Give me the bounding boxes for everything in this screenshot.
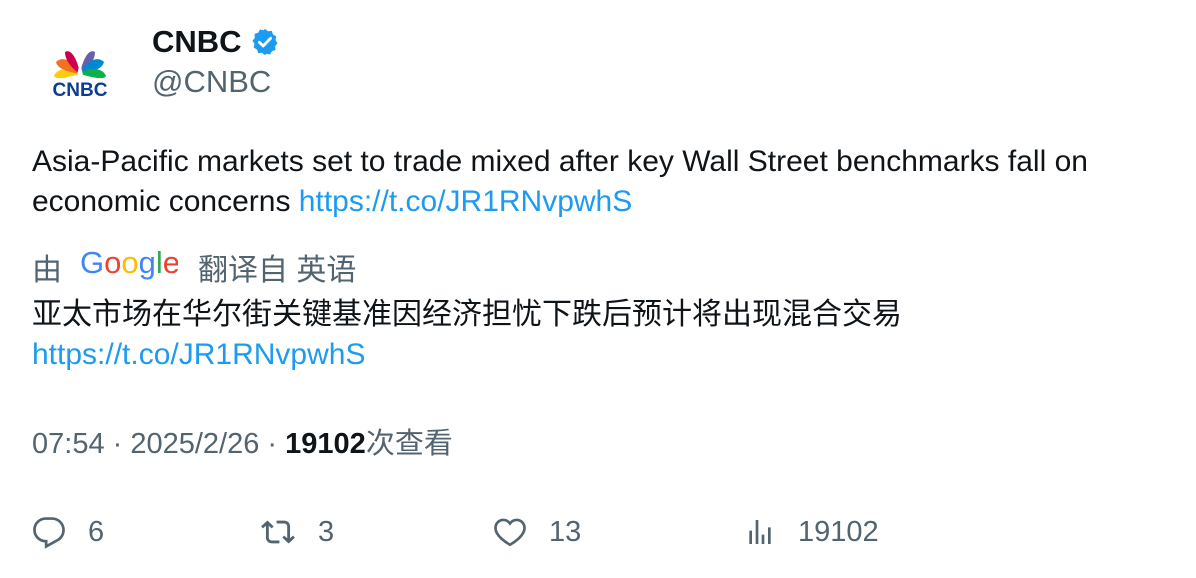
google-logo: Google <box>80 245 180 289</box>
reply-icon <box>33 517 65 549</box>
views-total: 19102 <box>798 515 879 548</box>
translated-by-label: 由 <box>32 254 62 287</box>
retweet-count: 3 <box>318 515 335 548</box>
tweet-text: Asia-Pacific markets set to trade mixed … <box>32 142 1172 222</box>
tweet-link[interactable]: https://t.co/JR1RNvpwhS <box>299 185 632 218</box>
views-label: 次查看 <box>365 428 453 460</box>
svg-text:CNBC: CNBC <box>53 80 108 101</box>
reply-button[interactable]: 6 <box>32 510 104 554</box>
translated-from-label[interactable]: 翻译自 英语 <box>198 245 356 289</box>
translated-body: 亚太市场在华尔街关键基准因经济担忧下跌后预计将出现混合交易 <box>32 298 902 331</box>
meta-separator: · <box>259 428 286 460</box>
analytics-icon <box>749 520 771 544</box>
meta-separator: · <box>104 428 131 460</box>
reply-count: 6 <box>88 515 105 548</box>
tweet-meta: 07:54 · 2025/2/26 · 19102次查看 <box>32 424 453 464</box>
author-name-text[interactable]: CNBC <box>152 22 242 62</box>
svg-text:Google: Google <box>80 245 178 280</box>
author-avatar[interactable]: CNBC <box>34 30 126 122</box>
retweet-button[interactable]: 3 <box>260 510 334 554</box>
translated-text: 亚太市场在华尔街关键基准因经济担忧下跌后预计将出现混合交易 https://t.… <box>32 295 1172 375</box>
cnbc-peacock-logo: CNBC <box>53 51 108 101</box>
like-count: 13 <box>549 515 582 548</box>
action-bar: 6 3 13 19102 <box>32 510 1172 554</box>
author-handle[interactable]: @CNBC <box>152 62 271 102</box>
retweet-icon <box>261 520 295 544</box>
author-name[interactable]: CNBC <box>152 22 280 62</box>
tweet-card: CNBC CNBC @CNBC Asia-Pacific markets set… <box>0 0 1196 578</box>
views-count: 19102 <box>285 428 366 460</box>
tweet-time[interactable]: 07:54 <box>32 428 105 460</box>
views-button[interactable]: 19102 <box>744 510 879 554</box>
tweet-date[interactable]: 2025/2/26 <box>130 428 259 460</box>
verified-badge-icon[interactable] <box>250 27 280 57</box>
translated-link[interactable]: https://t.co/JR1RNvpwhS <box>32 335 1172 375</box>
translation-attribution: 由 Google 翻译自 英语 <box>32 245 356 289</box>
heart-icon <box>494 518 526 547</box>
like-button[interactable]: 13 <box>493 510 581 554</box>
